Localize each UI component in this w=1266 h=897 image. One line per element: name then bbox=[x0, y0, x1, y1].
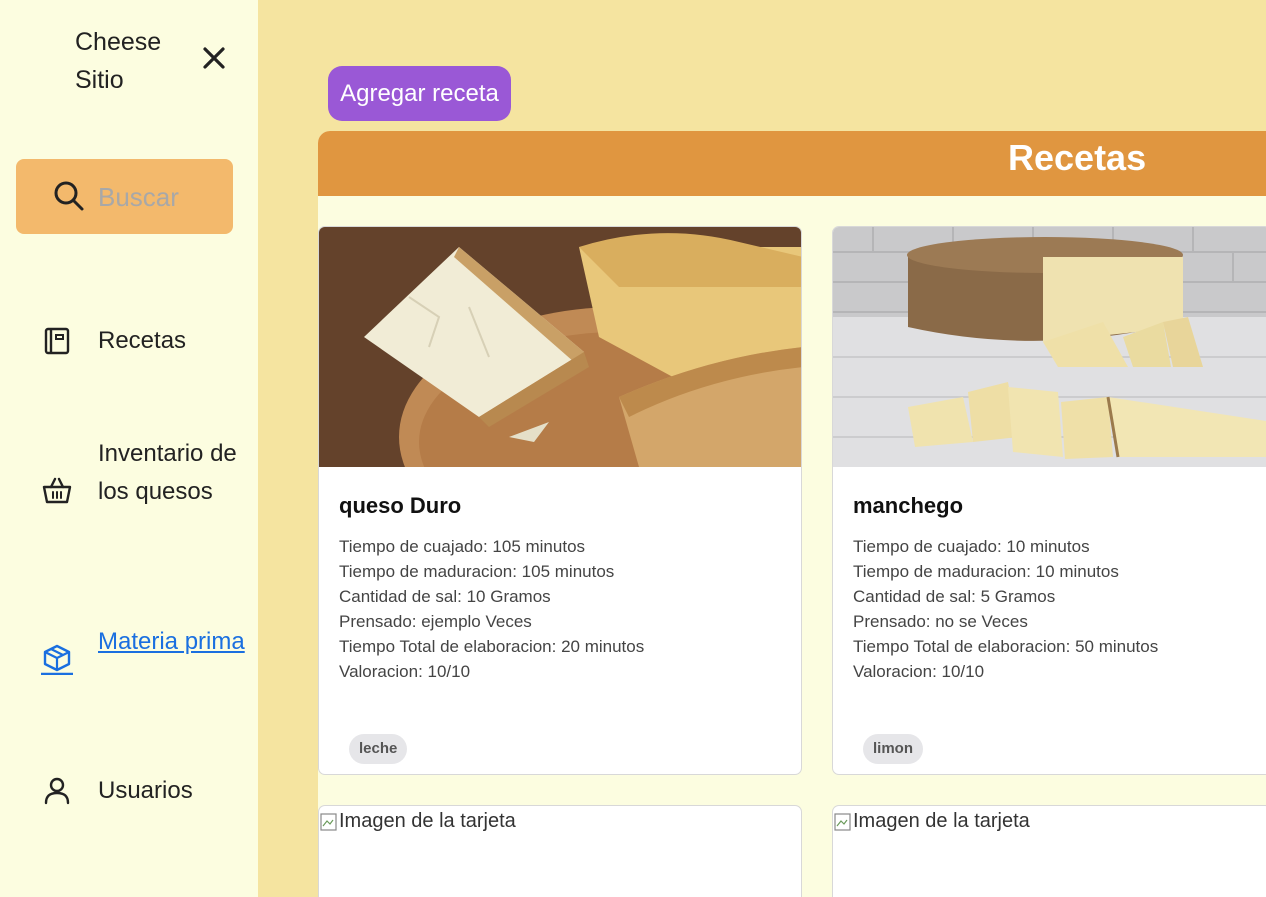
sidebar-item-label: Materia prima bbox=[98, 628, 245, 655]
ingredient-tag[interactable]: limon bbox=[863, 734, 923, 764]
broken-image-alt: Imagen de la tarjeta bbox=[853, 810, 1030, 832]
ingredient-tag[interactable]: leche bbox=[349, 734, 408, 764]
broken-image-icon bbox=[320, 812, 337, 831]
recipe-card[interactable]: Imagen de la tarjeta bbox=[318, 805, 802, 897]
card-details: Tiempo de cuajado: 105 minutos Tiempo de… bbox=[339, 534, 644, 684]
search-box bbox=[16, 159, 233, 234]
search-icon[interactable] bbox=[52, 179, 86, 213]
broken-image: Imagen de la tarjeta bbox=[833, 810, 1030, 833]
close-icon bbox=[203, 47, 225, 69]
close-sidebar-button[interactable] bbox=[198, 42, 230, 74]
card-image bbox=[319, 227, 801, 467]
recipes-panel: Recetas queso Duro Tiempo de cuajado: 10… bbox=[318, 131, 1266, 897]
sidebar-item-materia-prima[interactable]: Materia prima bbox=[0, 623, 258, 699]
sidebar-item-label: Usuarios bbox=[98, 777, 193, 804]
broken-image: Imagen de la tarjeta bbox=[319, 810, 516, 833]
detail-maduracion: Tiempo de maduracion: 105 minutos bbox=[339, 562, 615, 581]
add-recipe-button[interactable]: Agregar receta bbox=[328, 66, 511, 121]
sidebar-item-label: Inventario de los quesos bbox=[98, 440, 237, 505]
detail-sal: Cantidad de sal: 5 Gramos bbox=[853, 587, 1056, 606]
sidebar-item-inventario[interactable]: Inventario de los quesos bbox=[0, 435, 258, 549]
card-title: manchego bbox=[853, 493, 964, 518]
card-details: Tiempo de cuajado: 10 minutos Tiempo de … bbox=[853, 534, 1158, 684]
detail-tiempo-total: Tiempo Total de elaboracion: 20 minutos bbox=[339, 637, 645, 656]
user-icon bbox=[44, 777, 70, 805]
basket-icon bbox=[42, 477, 72, 504]
detail-tiempo-total: Tiempo Total de elaboracion: 50 minutos bbox=[853, 637, 1159, 656]
card-image bbox=[833, 227, 1266, 467]
search-input[interactable] bbox=[98, 177, 228, 217]
recipe-card[interactable]: Imagen de la tarjeta bbox=[832, 805, 1266, 897]
brand-title: Cheese Sitio bbox=[75, 28, 162, 94]
detail-cuajado: Tiempo de cuajado: 105 minutos bbox=[339, 537, 586, 556]
broken-image-icon bbox=[834, 812, 851, 831]
detail-cuajado: Tiempo de cuajado: 10 minutos bbox=[853, 537, 1090, 556]
recipe-card[interactable]: queso Duro Tiempo de cuajado: 105 minuto… bbox=[318, 226, 802, 775]
detail-prensado: Prensado: ejemplo Veces bbox=[339, 612, 532, 631]
recipe-card[interactable]: manchego Tiempo de cuajado: 10 minutos T… bbox=[832, 226, 1266, 775]
broken-image-alt: Imagen de la tarjeta bbox=[339, 810, 516, 832]
sidebar-item-recetas[interactable]: Recetas bbox=[0, 322, 258, 360]
detail-prensado: Prensado: no se Veces bbox=[853, 612, 1028, 631]
sidebar-item-label: Recetas bbox=[98, 327, 187, 354]
page-title: Recetas bbox=[1008, 137, 1147, 178]
book-icon bbox=[44, 327, 70, 355]
box-icon bbox=[41, 644, 73, 675]
panel-header: Recetas bbox=[318, 131, 1266, 196]
sidebar-item-usuarios[interactable]: Usuarios bbox=[0, 772, 258, 810]
detail-sal: Cantidad de sal: 10 Gramos bbox=[339, 587, 551, 606]
sidebar: Cheese Sitio Recetas Inventario de los q… bbox=[0, 0, 258, 897]
card-title: queso Duro bbox=[339, 493, 462, 518]
detail-valoracion: Valoracion: 10/10 bbox=[853, 662, 985, 681]
detail-maduracion: Tiempo de maduracion: 10 minutos bbox=[853, 562, 1119, 581]
detail-valoracion: Valoracion: 10/10 bbox=[339, 662, 471, 681]
